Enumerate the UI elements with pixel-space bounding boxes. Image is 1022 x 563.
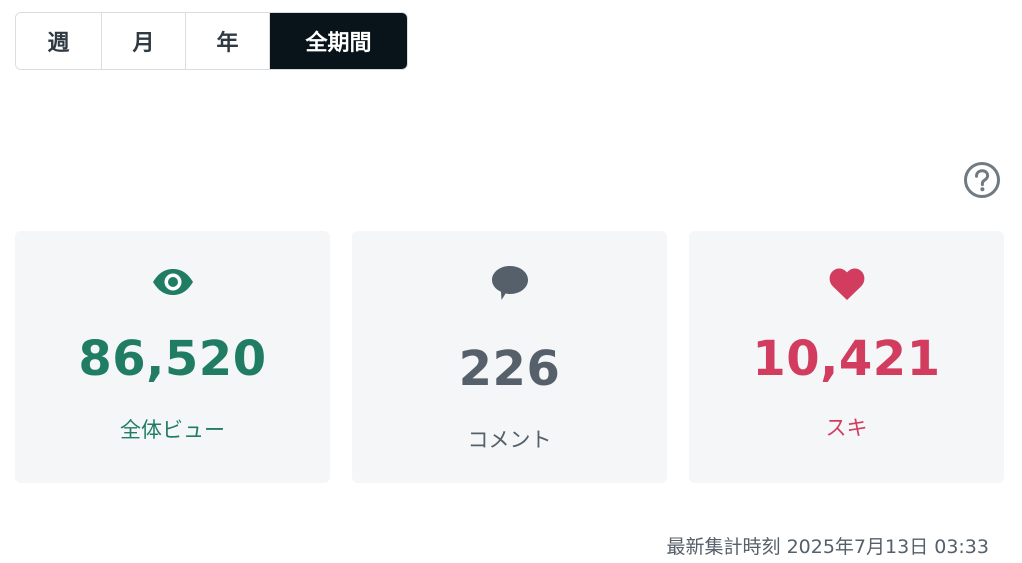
period-tabs: 週 月 年 全期間 (15, 12, 408, 70)
help-button[interactable] (962, 160, 1002, 200)
views-count: 86,520 (78, 331, 267, 387)
heart-icon (828, 266, 866, 305)
tab-week[interactable]: 週 (16, 13, 102, 69)
likes-label: スキ (825, 416, 868, 440)
eye-icon (152, 268, 194, 300)
last-updated-timestamp: 最新集計時刻 2025年7月13日 03:33 (666, 536, 989, 558)
likes-count: 10,421 (752, 331, 941, 387)
question-circle-icon (964, 162, 1000, 198)
comments-count: 226 (458, 341, 561, 397)
tab-year[interactable]: 年 (186, 13, 270, 69)
views-card: 86,520 全体ビュー (15, 231, 330, 483)
views-label: 全体ビュー (120, 418, 225, 442)
comments-label: コメント (467, 428, 552, 452)
stats-panel: 週 月 年 全期間 86,520 全体ビュー 226 コメント 10,421 ス… (0, 0, 1022, 563)
speech-bubble-icon (491, 265, 529, 305)
likes-card: 10,421 スキ (689, 231, 1004, 483)
tab-all-time[interactable]: 全期間 (270, 13, 407, 69)
comments-card: 226 コメント (352, 231, 667, 483)
tab-month[interactable]: 月 (102, 13, 186, 69)
